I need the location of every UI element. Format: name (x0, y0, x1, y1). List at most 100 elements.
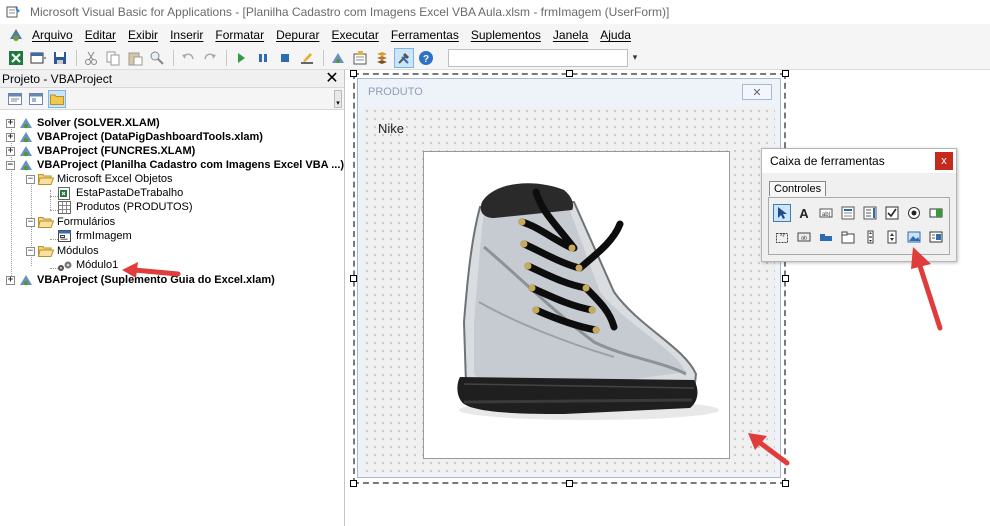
menu-exibir[interactable]: Exibir (122, 28, 164, 42)
collapse-icon[interactable]: − (26, 246, 35, 256)
commandbutton-control-icon[interactable]: ab (795, 228, 813, 246)
undo-icon[interactable] (178, 48, 198, 68)
toolbox-close-icon[interactable]: x (935, 152, 953, 170)
close-icon[interactable]: ✕ (324, 70, 340, 87)
userform-icon (57, 229, 73, 243)
project-explorer-icon[interactable] (328, 48, 348, 68)
tree-guide (50, 190, 51, 210)
checkbox-control-icon[interactable] (883, 204, 901, 222)
userform-close-icon[interactable]: ✕ (742, 84, 772, 100)
svg-text:ab|: ab| (822, 212, 831, 218)
menu-inserir[interactable]: Inserir (164, 28, 209, 42)
menu-ferramentas[interactable]: Ferramentas (385, 28, 465, 42)
resize-handle[interactable] (782, 275, 789, 282)
help-icon[interactable]: ? (416, 48, 436, 68)
tree-item-solver[interactable]: + Solver (SOLVER.XLAM) (6, 116, 160, 130)
resize-handle[interactable] (782, 70, 789, 77)
copy-icon[interactable] (103, 48, 123, 68)
tree-item-produtos[interactable]: Produtos (PRODUTOS) (57, 200, 193, 214)
resize-handle[interactable] (566, 480, 573, 487)
tree-item-modulos[interactable]: − Módulos (26, 244, 99, 258)
resize-handle[interactable] (782, 480, 789, 487)
tree-item-label: Módulo1 (76, 259, 119, 271)
expand-icon[interactable]: + (6, 132, 15, 142)
menu-suplementos[interactable]: Suplementos (465, 28, 547, 42)
label-control-icon[interactable]: A (795, 204, 813, 222)
combobox-control-icon[interactable] (839, 204, 857, 222)
togglebutton-control-icon[interactable] (927, 204, 945, 222)
object-browser-icon[interactable] (372, 48, 392, 68)
paste-icon[interactable] (125, 48, 145, 68)
userform-titlebar: PRODUTO ✕ (358, 79, 780, 105)
resize-handle[interactable] (350, 70, 357, 77)
menu-formatar[interactable]: Formatar (209, 28, 270, 42)
menu-ajuda[interactable]: Ajuda (594, 28, 637, 42)
svg-text:ab: ab (801, 236, 807, 242)
annotation-arrow (748, 433, 790, 466)
textbox-control-icon[interactable]: ab| (817, 204, 835, 222)
view-code-icon[interactable] (6, 90, 24, 108)
resize-handle[interactable] (350, 480, 357, 487)
tree-item-label: Formulários (57, 216, 116, 228)
multipage-control-icon[interactable] (839, 228, 857, 246)
expand-icon[interactable]: + (6, 146, 15, 156)
resize-handle[interactable] (566, 70, 573, 77)
position-combo[interactable] (448, 48, 628, 67)
collapse-icon[interactable]: − (6, 160, 15, 170)
frame-control-icon[interactable]: xy (773, 228, 791, 246)
tree-item-funcres[interactable]: + VBAProject (FUNCRES.XLAM) (6, 144, 195, 158)
product-label[interactable]: Nike (378, 121, 404, 136)
toolbar-overflow-icon[interactable]: ▾ (630, 48, 640, 68)
collapse-icon[interactable]: − (26, 217, 35, 227)
cut-icon[interactable] (81, 48, 101, 68)
vba-project-icon (18, 116, 34, 130)
insert-userform-icon[interactable] (28, 48, 48, 68)
expand-icon[interactable]: + (6, 118, 15, 128)
pane-scroll-icon[interactable]: ▾ (334, 90, 342, 108)
menu-executar[interactable]: Executar (325, 28, 384, 42)
view-object-icon[interactable] (27, 90, 45, 108)
project-pane-titlebar: Projeto - VBAProject ✕ (0, 70, 344, 88)
product-image-control[interactable] (423, 151, 730, 459)
stop-icon[interactable] (275, 48, 295, 68)
menu-janela[interactable]: Janela (547, 28, 594, 42)
tree-item-modulo1[interactable]: Módulo1 (57, 258, 118, 272)
vba-project-icon (18, 130, 34, 144)
save-icon[interactable] (50, 48, 70, 68)
tree-item-excel-objects[interactable]: − Microsoft Excel Objetos (26, 172, 173, 186)
tree-item-planilha[interactable]: − VBAProject (Planilha Cadastro com Imag… (6, 158, 344, 172)
scrollbar-control-icon[interactable] (861, 228, 879, 246)
spinbutton-control-icon[interactable] (883, 228, 901, 246)
toolbox-tab-controles[interactable]: Controles (769, 181, 827, 196)
properties-window-icon[interactable] (350, 48, 370, 68)
find-icon[interactable] (147, 48, 167, 68)
vba-project-icon[interactable] (6, 25, 26, 45)
redo-icon[interactable] (200, 48, 220, 68)
userform-produto[interactable]: PRODUTO ✕ Nike (357, 78, 781, 478)
tree-item-label: Módulos (57, 245, 99, 257)
tree-item-label: frmImagem (76, 230, 132, 242)
pause-icon[interactable] (253, 48, 273, 68)
toolbar-separator (226, 49, 227, 66)
menu-editar[interactable]: Editar (79, 28, 122, 42)
tabstrip-control-icon[interactable] (817, 228, 835, 246)
workbook-icon (57, 186, 73, 200)
listbox-control-icon[interactable] (861, 204, 879, 222)
optionbutton-control-icon[interactable] (905, 204, 923, 222)
tree-item-frmimagem[interactable]: frmImagem (57, 229, 132, 243)
design-mode-icon[interactable] (297, 48, 317, 68)
excel-view-icon[interactable] (6, 48, 26, 68)
resize-handle[interactable] (350, 275, 357, 282)
menu-depurar[interactable]: Depurar (270, 28, 325, 42)
tree-item-formularios[interactable]: − Formulários (26, 215, 115, 229)
collapse-icon[interactable]: − (26, 174, 35, 184)
tree-item-datapig[interactable]: + VBAProject (DataPigDashboardTools.xlam… (6, 130, 263, 144)
userform-client-grid[interactable]: Nike (363, 107, 775, 473)
select-objects-icon[interactable] (773, 204, 791, 222)
toggle-folders-icon[interactable] (48, 89, 66, 108)
toolbox-icon[interactable] (394, 47, 414, 68)
expand-icon[interactable]: + (6, 275, 15, 285)
run-icon[interactable] (231, 48, 251, 68)
tree-item-esta-pasta[interactable]: EstaPastaDeTrabalho (57, 186, 183, 200)
menu-arquivo[interactable]: Arquivo (26, 28, 79, 42)
